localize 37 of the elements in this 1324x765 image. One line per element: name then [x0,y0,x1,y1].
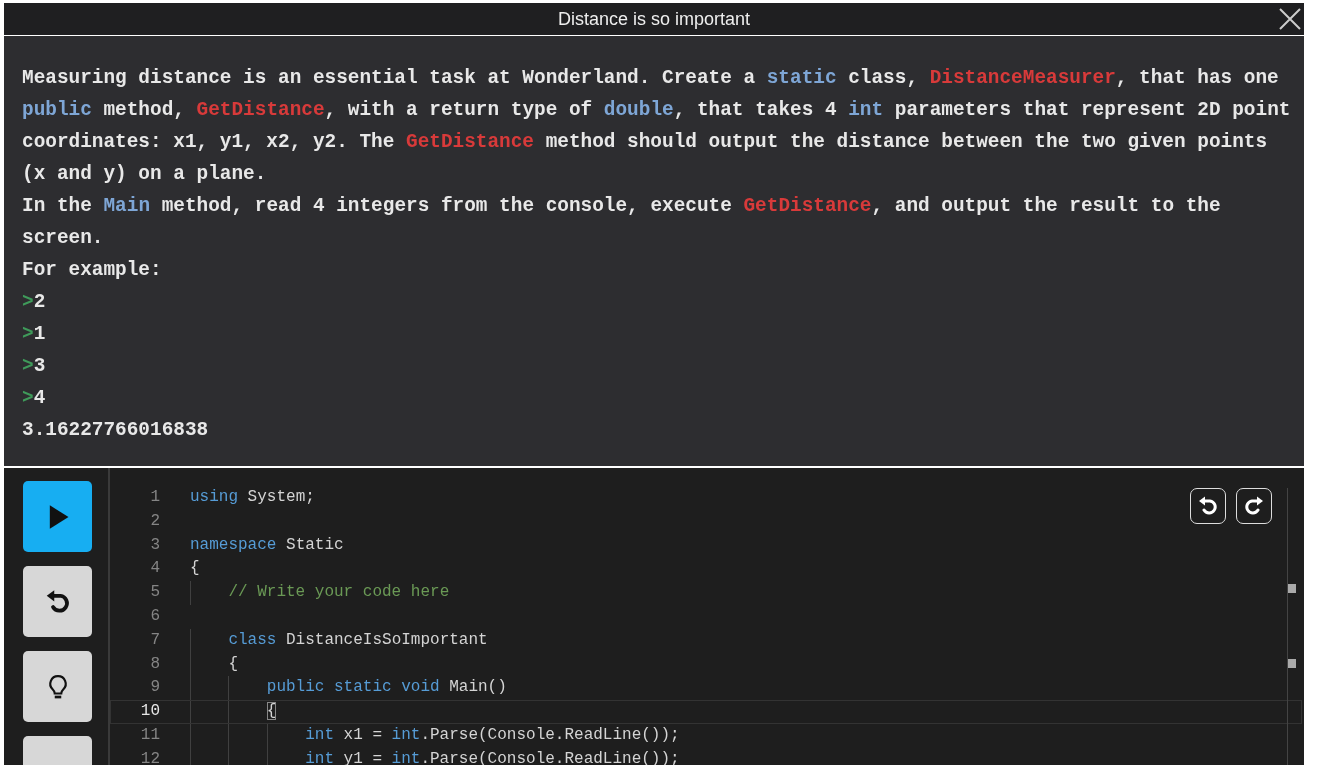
code-line: public static void Main() [190,676,507,701]
undo-button[interactable] [1190,488,1226,524]
line-number: 5 [149,582,160,604]
example-input-text: >1 [22,322,46,347]
hint-button[interactable] [23,651,92,722]
code-line: using System; [190,487,315,508]
example-input-text: >4 [22,386,46,411]
code-line: { [190,700,277,724]
code-line: int x1 = int.Parse(Console.ReadLine()); [190,723,680,748]
line-number: 10 [139,701,160,723]
description-paragraph: In the Main method, read 4 integers from the console, execute GetDistance, and output the result to the screen. [22,194,1222,251]
line-number: 7 [149,629,160,651]
code-line: // Write your code here [190,581,450,605]
window-title: Distance is so important [557,8,751,30]
line-number: 9 [149,677,160,699]
line-number: 4 [149,558,160,580]
close-button[interactable] [1278,7,1302,31]
close-icon [1278,7,1302,31]
code-line: { [190,652,238,677]
description-paragraph: Measuring distance is an essential task at Wonderland. Create a static class, DistanceMeasurer, that has one public method, GetDistance, with a return type of double, that takes 4 int parameters that represent 2D point coordinates: x1, y1, x2, y2. The GetDistance method should output the distance between the two given points (x and y) on a plane. [22,66,1292,187]
code-line: { [190,558,200,580]
line-number: 3 [149,534,160,556]
line-number: 1 [149,487,160,508]
line-number: 12 [139,748,160,765]
example-input-text: >2 [22,290,46,315]
line-number: 2 [149,510,160,532]
code-line: class DistanceIsSoImportant [190,628,488,653]
run-button[interactable] [23,481,92,552]
redo-button[interactable] [1236,488,1272,524]
example-output: 3.16227766016838 [22,418,210,443]
line-number: 8 [149,653,160,675]
line-number: 6 [149,606,160,627]
code-line: namespace Static [190,534,344,556]
description-paragraph: For example: [22,258,163,283]
example-input-text: >3 [22,354,46,379]
reset-button[interactable] [23,566,92,637]
line-number: 11 [139,724,160,746]
